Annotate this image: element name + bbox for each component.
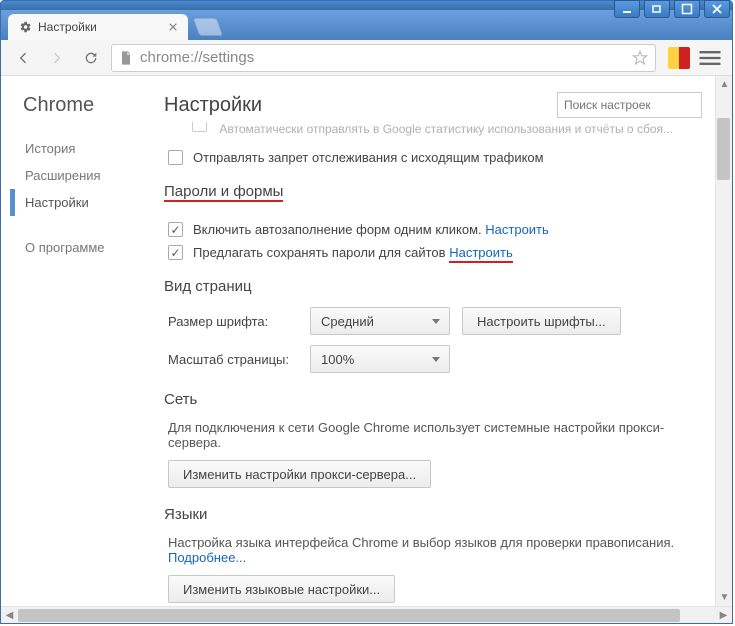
save-passwords-checkbox[interactable] <box>168 245 183 260</box>
sidebar-item-settings[interactable]: Настройки <box>10 189 146 216</box>
scroll-thumb[interactable] <box>717 118 730 180</box>
page-icon <box>118 50 134 66</box>
font-size-label: Размер шрифта: <box>168 314 298 329</box>
browser-tab[interactable]: Настройки <box>8 14 188 40</box>
window-controls <box>614 0 730 18</box>
appearance-title: Вид страниц <box>164 278 702 295</box>
languages-section: Языки Настройка языка интерфейса Chrome … <box>164 506 702 603</box>
network-section: Сеть Для подключения к сети Google Chrom… <box>164 391 702 488</box>
hscroll-thumb[interactable] <box>18 609 680 622</box>
languages-more-link[interactable]: Подробнее... <box>168 550 246 565</box>
do-not-track-row: Отправлять запрет отслеживания с исходящ… <box>168 150 702 165</box>
page-header: Настройки <box>164 92 702 118</box>
autofill-checkbox[interactable] <box>168 222 183 237</box>
close-window-button[interactable] <box>704 0 730 18</box>
network-description: Для подключения к сети Google Chrome исп… <box>168 420 702 450</box>
save-passwords-label: Предлагать сохранять пароли для сайтов Н… <box>193 245 513 260</box>
scroll-up-icon[interactable]: ▲ <box>716 76 732 93</box>
zoom-label: Масштаб страницы: <box>168 352 298 367</box>
do-not-track-checkbox[interactable] <box>168 150 183 165</box>
page-title: Настройки <box>164 94 557 117</box>
network-title: Сеть <box>164 391 702 408</box>
do-not-track-label: Отправлять запрет отслеживания с исходящ… <box>193 150 544 165</box>
back-button[interactable] <box>9 44 37 72</box>
appearance-section: Вид страниц Размер шрифта: Средний Настр… <box>164 278 702 373</box>
menu-button[interactable] <box>696 44 724 72</box>
cutoff-row: Автоматически отправлять в Google статис… <box>192 122 702 136</box>
tab-title: Настройки <box>38 20 162 34</box>
cutoff-text: Автоматически отправлять в Google статис… <box>219 122 673 136</box>
browser-window: Настройки Chrome История Расширения Наст… <box>0 0 733 624</box>
sidebar-item-history[interactable]: История <box>25 135 146 162</box>
content-area: Chrome История Расширения Настройки О пр… <box>1 76 732 606</box>
omnibox[interactable] <box>111 44 656 72</box>
scroll-down-icon[interactable]: ▼ <box>716 589 732 606</box>
sidebar: Chrome История Расширения Настройки О пр… <box>1 76 146 606</box>
search-settings-input[interactable] <box>557 92 702 118</box>
proxy-settings-button[interactable]: Изменить настройки прокси-сервера... <box>168 460 431 488</box>
configure-fonts-button[interactable]: Настроить шрифты... <box>462 307 621 335</box>
scroll-right-icon[interactable]: ▶ <box>715 610 732 621</box>
bookmark-star-icon[interactable] <box>631 49 649 67</box>
url-input[interactable] <box>140 49 631 66</box>
passwords-title: Пароли и формы <box>164 183 283 202</box>
save-passwords-row: Предлагать сохранять пароли для сайтов Н… <box>168 245 702 260</box>
vertical-scrollbar[interactable]: ▲ ▼ <box>715 76 732 606</box>
sidebar-title: Chrome <box>23 94 146 117</box>
sidebar-item-extensions[interactable]: Расширения <box>25 162 146 189</box>
settings-main: Настройки Автоматически отправлять в Goo… <box>146 76 732 606</box>
reload-button[interactable] <box>77 44 105 72</box>
languages-description: Настройка языка интерфейса Chrome и выбо… <box>168 535 702 565</box>
maximize-button[interactable] <box>674 0 700 18</box>
new-tab-button[interactable] <box>193 18 224 36</box>
font-size-select[interactable]: Средний <box>310 307 450 335</box>
minimize-button[interactable] <box>614 0 640 18</box>
zoom-select[interactable]: 100% <box>310 345 450 373</box>
zoom-row: Масштаб страницы: 100% <box>168 345 702 373</box>
font-size-row: Размер шрифта: Средний Настроить шрифты.… <box>168 307 702 335</box>
horizontal-scrollbar[interactable]: ◀ ▶ <box>1 606 732 623</box>
sidebar-item-about[interactable]: О программе <box>25 234 146 261</box>
save-passwords-configure-link[interactable]: Настроить <box>449 245 513 263</box>
gear-icon <box>18 20 32 34</box>
scroll-left-icon[interactable]: ◀ <box>1 610 18 621</box>
forward-button[interactable] <box>43 44 71 72</box>
extension-icon[interactable] <box>668 47 690 69</box>
close-tab-icon[interactable] <box>168 22 178 32</box>
autofill-label: Включить автозаполнение форм одним клико… <box>193 222 549 237</box>
autofill-row: Включить автозаполнение форм одним клико… <box>168 222 702 237</box>
restore-button[interactable] <box>644 0 670 18</box>
languages-title: Языки <box>164 506 702 523</box>
language-settings-button[interactable]: Изменить языковые настройки... <box>168 575 395 603</box>
toolbar <box>1 40 732 76</box>
passwords-section: Пароли и формы Включить автозаполнение ф… <box>164 183 702 260</box>
autofill-configure-link[interactable]: Настроить <box>485 222 549 237</box>
